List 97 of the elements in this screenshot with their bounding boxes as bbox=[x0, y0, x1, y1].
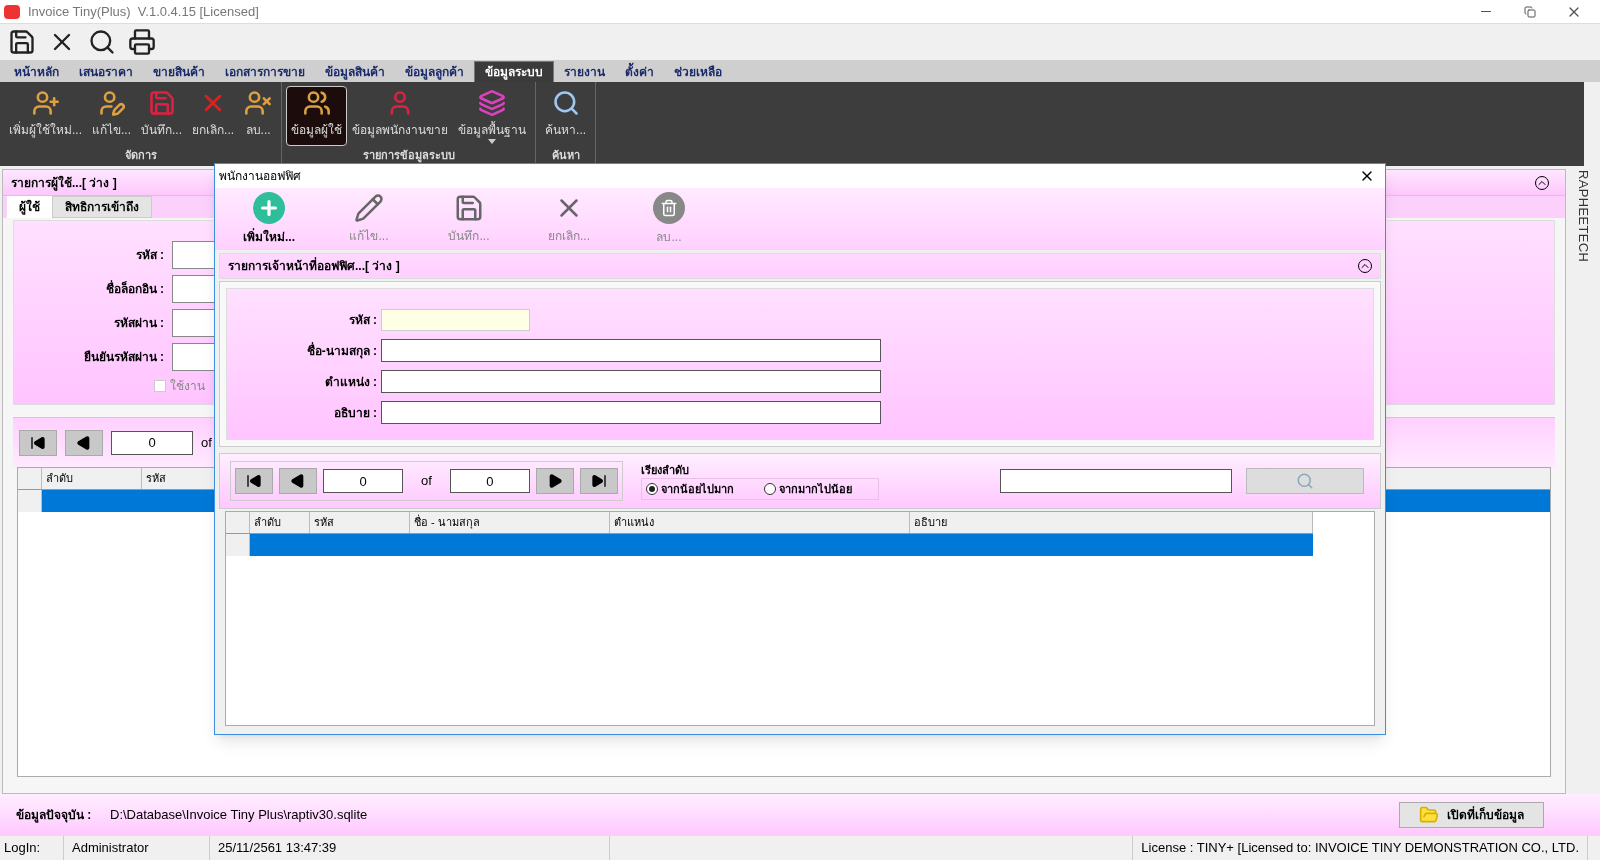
radio-button[interactable] bbox=[763, 483, 776, 496]
tab[interactable]: สิทธิการเข้าถึง bbox=[52, 196, 152, 218]
first-page-button[interactable] bbox=[19, 429, 57, 456]
open-folder-button[interactable]: เปิดที่เก็บข้อมูล bbox=[1399, 802, 1544, 828]
search-icon bbox=[88, 28, 116, 56]
field-label: ยืนยันรหัสผ่าน : bbox=[82, 349, 164, 366]
dialog-header: รายการเจ้าหน้าที่ออฟฟิศ...[ ว่าง ] bbox=[228, 257, 400, 275]
previous-page-button[interactable] bbox=[279, 468, 317, 494]
search-icon bbox=[551, 89, 580, 117]
first-page-button[interactable] bbox=[235, 468, 273, 494]
save-icon bbox=[147, 89, 176, 117]
last-page-button[interactable] bbox=[579, 468, 618, 494]
previous-page-button[interactable] bbox=[65, 429, 103, 456]
column-header[interactable]: ลำดับ bbox=[250, 512, 310, 533]
user-edit-icon bbox=[97, 89, 126, 117]
ribbon-button[interactable]: ลบ... bbox=[239, 86, 278, 146]
menu-tab[interactable]: ขายสินค้า bbox=[143, 61, 215, 82]
sort-group-label: เรียงลำดับ bbox=[640, 462, 690, 478]
ribbon-button[interactable]: แก้ไข... bbox=[87, 86, 137, 146]
search-icon bbox=[1296, 472, 1314, 490]
checkbox[interactable] bbox=[154, 380, 166, 392]
skip-back-icon bbox=[246, 473, 262, 489]
minimize-icon bbox=[1481, 11, 1491, 12]
ribbon-button[interactable]: บันทึก... bbox=[136, 86, 188, 146]
ribbon-button[interactable]: ข้อมูลพื้นฐาน bbox=[453, 86, 532, 146]
ribbon-button[interactable]: ค้นหา... bbox=[540, 86, 592, 146]
of-label: of bbox=[201, 433, 212, 452]
ribbon-group-label: จัดการ bbox=[123, 148, 158, 163]
database-path: D:\Database\Invoice Tiny Plus\raptiv30.sqlite bbox=[110, 806, 368, 825]
status-text: 25/11/2561 13:47:39 bbox=[210, 836, 610, 860]
status-text: Administrator bbox=[64, 836, 210, 860]
window-title: Invoice Tiny(Plus) V.1.0.4.15 [Licensed] bbox=[28, 2, 259, 21]
skip-back-icon bbox=[30, 434, 46, 451]
printer-icon bbox=[128, 28, 156, 56]
page-total-field[interactable]: 0 bbox=[449, 469, 530, 493]
input-field[interactable] bbox=[381, 339, 881, 362]
ribbon-button[interactable]: เพิ่มผู้ใช้ใหม่... bbox=[4, 86, 87, 146]
of-label: of bbox=[420, 472, 433, 491]
dialog-title: พนักงานออฟฟิศ bbox=[219, 168, 301, 185]
search-field[interactable] bbox=[1000, 469, 1232, 493]
page-number-field[interactable]: 0 bbox=[323, 469, 403, 493]
triangle-left-icon bbox=[76, 434, 92, 451]
column-header[interactable]: ตำแหน่ง bbox=[610, 512, 910, 533]
menu-tab[interactable]: ข้อมูลระบบ bbox=[474, 61, 554, 82]
side-label: RAPHEETECH bbox=[1574, 170, 1592, 263]
user-plus-icon bbox=[31, 89, 60, 117]
panel-header: รายการผู้ใช้...[ ว่าง ] bbox=[11, 174, 117, 192]
menu-tab[interactable]: ข้อมูลลูกค้า bbox=[395, 61, 474, 82]
layers-icon bbox=[478, 89, 507, 117]
column-header[interactable]: อธิบาย bbox=[910, 512, 1313, 533]
current-data-label: ข้อมูลปัจจุบัน : bbox=[16, 807, 93, 824]
menu-tab[interactable]: เอกสารการขาย bbox=[215, 61, 315, 82]
menu-tab[interactable]: หน้าหลัก bbox=[4, 61, 69, 82]
menu-tab[interactable]: ช่วยเหลือ bbox=[664, 61, 732, 82]
menu-tab[interactable]: ข้อมูลสินค้า bbox=[315, 61, 395, 82]
ribbon-button[interactable]: ข้อมูลผู้ใช้ bbox=[286, 86, 348, 146]
user-delete-icon bbox=[244, 89, 273, 117]
checkbox-label: ใช้งาน bbox=[170, 378, 205, 395]
toolbar-button[interactable]: เพิ่มใหม่... bbox=[219, 192, 319, 246]
status-text: License : TINY+ [Licensed to: INVOICE TINY DEMONSTRATION CO., LTD. bbox=[1132, 836, 1588, 860]
page-number-field[interactable]: 0 bbox=[111, 430, 193, 455]
save-icon bbox=[454, 193, 484, 223]
plus-icon bbox=[253, 192, 285, 224]
column-header[interactable]: รหัส bbox=[310, 512, 410, 533]
users-icon bbox=[302, 89, 331, 117]
menu-tab[interactable]: ตั้งค่า bbox=[615, 61, 664, 82]
status-text: LogIn: bbox=[0, 836, 64, 860]
ribbon-group-label: รายการข้อมูลระบบ bbox=[361, 148, 456, 164]
radio-label: จากมากไปน้อย bbox=[778, 482, 852, 497]
column-header[interactable]: ชื่อ - นามสกุล bbox=[410, 512, 610, 533]
pencil-icon bbox=[354, 193, 384, 223]
save-icon bbox=[8, 28, 36, 56]
field-label: รหัส : bbox=[347, 312, 377, 329]
app-logo-icon bbox=[4, 4, 20, 19]
column-header[interactable]: ลำดับ bbox=[42, 468, 142, 489]
ribbon-group-label: ค้นหา bbox=[550, 148, 581, 163]
folder-icon bbox=[1419, 805, 1439, 825]
restore-icon bbox=[1524, 5, 1536, 18]
field-label: ชื่อล็อกอิน : bbox=[104, 280, 164, 298]
radio-button[interactable] bbox=[645, 483, 658, 496]
ribbon-button[interactable]: ยกเลิก... bbox=[187, 86, 240, 146]
radio-label: จากน้อยไปมาก bbox=[660, 482, 734, 497]
triangle-left-icon bbox=[290, 473, 306, 489]
field-label: ตำแหน่ง : bbox=[323, 373, 377, 391]
menu-tab[interactable]: เสนอราคา bbox=[69, 61, 143, 82]
field-label: รหัสผ่าน : bbox=[112, 315, 164, 332]
next-page-button[interactable] bbox=[535, 468, 574, 494]
tab[interactable]: ผู้ใช้ bbox=[7, 196, 52, 218]
field-label: อธิบาย : bbox=[332, 404, 377, 422]
menu-tab[interactable]: รายงาน bbox=[554, 61, 615, 82]
trash-icon bbox=[653, 192, 685, 224]
skip-forward-icon bbox=[590, 473, 607, 489]
input-field[interactable] bbox=[381, 370, 881, 393]
field-label: ชื่อ-นามสกุล : bbox=[305, 341, 377, 360]
input-field[interactable] bbox=[381, 401, 881, 424]
field-label: รหัส : bbox=[134, 247, 164, 264]
ribbon-button[interactable]: ข้อมูลพนักงานขาย bbox=[347, 86, 454, 146]
